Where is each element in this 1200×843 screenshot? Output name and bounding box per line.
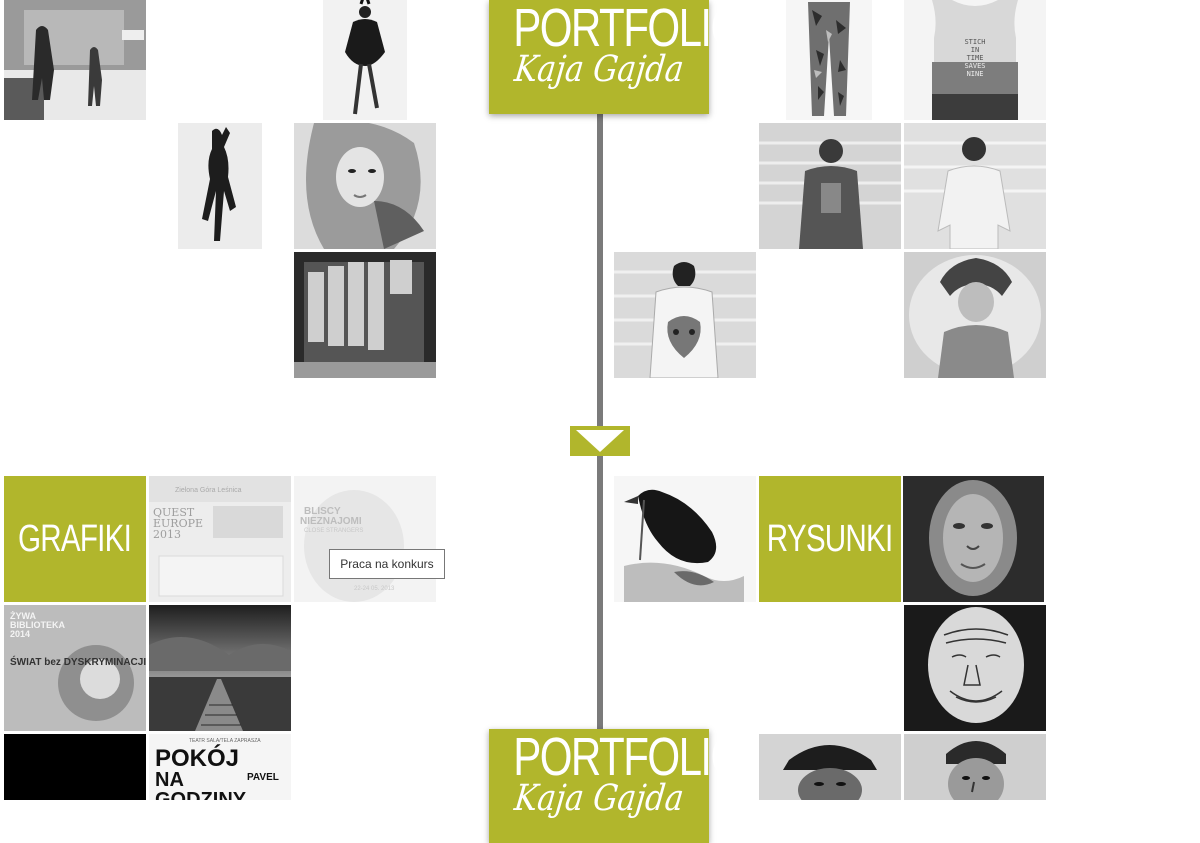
photo-dancer[interactable] (178, 123, 262, 249)
black-tile[interactable] (4, 734, 146, 800)
poster-bliscy-line2: NIEZNAJOMI (300, 516, 362, 527)
poster-zywa-line4: ŚWIAT bez DYSKRYMINACJI (10, 655, 146, 668)
scroll-down-button[interactable] (570, 426, 630, 456)
tshirt-print-line4: SAVES (964, 62, 985, 70)
portfolio-logo-subtitle: Kaja Gajda (512, 49, 686, 90)
portfolio-logo-bottom[interactable]: PORTFOLIO Kaja Gajda (489, 727, 743, 843)
section-label-rysunki[interactable]: RYSUNKI (759, 476, 901, 602)
tshirt-print-line1: STICH (964, 38, 985, 46)
triangle-down-icon (576, 430, 624, 452)
poster-pokoj-line4: GODZINY (155, 789, 247, 800)
tshirt-print-line2: IN (971, 46, 979, 54)
poster-pokoj-header: TEATR SALA/TELA ZAPRASZA (189, 738, 261, 744)
tshirt-print-line5: NINE (967, 70, 984, 78)
drawing-cap-man[interactable] (759, 734, 901, 800)
poster-bliscy-nieznajomi[interactable]: BLISCY NIEZNAJOMI CLOSE STRANGERS 22-24 … (294, 476, 436, 602)
photo-tshirt-model-2[interactable] (904, 123, 1046, 249)
poster-quest-line3: 2013 (153, 528, 181, 541)
poster-pokoj-na-godziny[interactable]: TEATR SALA/TELA ZAPRASZA POKÓJ NA PAVEL … (149, 734, 291, 800)
photo-runway[interactable] (4, 0, 146, 120)
timeline-line-top (597, 100, 603, 430)
poster-pokoj-line3: PAVEL (247, 772, 279, 783)
poster-quest-europe[interactable]: Zielona Góra Leśnica QUEST EUROPE 2013 (149, 476, 291, 602)
poster-pokoj-line2: NA (155, 769, 184, 791)
photo-leggings[interactable] (786, 0, 872, 120)
portfolio-logo[interactable]: PORTFOLIO Kaja Gajda (489, 0, 743, 114)
photo-pier[interactable] (149, 605, 291, 731)
poster-quest-header: Zielona Góra Leśnica (175, 487, 242, 494)
section-label-grafiki-text: GRAFIKI (18, 517, 132, 560)
tooltip-text: Praca na konkurs (340, 557, 434, 571)
drawing-crow[interactable] (614, 476, 756, 602)
photo-arms-up[interactable] (904, 252, 1046, 378)
photo-gallery-frames[interactable] (294, 252, 436, 378)
poster-bliscy-line3: CLOSE STRANGERS (304, 528, 363, 534)
photo-tiger-shirt[interactable] (614, 252, 756, 378)
photo-portrait-face[interactable] (294, 123, 436, 249)
tooltip-praca-na-konkurs: Praca na konkurs (329, 549, 445, 579)
tshirt-print-line3: TIME (967, 54, 984, 62)
timeline-line-bottom (597, 456, 603, 746)
photo-tshirt-model-1[interactable] (759, 123, 901, 249)
drawing-man-portrait[interactable] (904, 734, 1046, 800)
poster-bliscy-date: 22-24 05. 2013 (354, 586, 395, 592)
poster-pokoj-line1: POKÓJ (155, 744, 239, 772)
section-label-rysunki-text: RYSUNKI (767, 517, 894, 560)
poster-zywa-biblioteka[interactable]: ŻYWA BIBLIOTEKA 2014 ŚWIAT bez DYSKRYMIN… (4, 605, 146, 731)
drawing-smiling-old-man[interactable] (904, 605, 1046, 731)
drawing-old-face[interactable] (903, 476, 1044, 602)
portfolio-logo-bottom-subtitle: Kaja Gajda (512, 778, 686, 819)
section-label-grafiki[interactable]: GRAFIKI (4, 476, 146, 602)
photo-tshirt-print[interactable]: STICH IN TIME SAVES NINE (904, 0, 1046, 120)
poster-zywa-line3: 2014 (10, 629, 30, 639)
photo-model-horns[interactable] (323, 0, 407, 120)
